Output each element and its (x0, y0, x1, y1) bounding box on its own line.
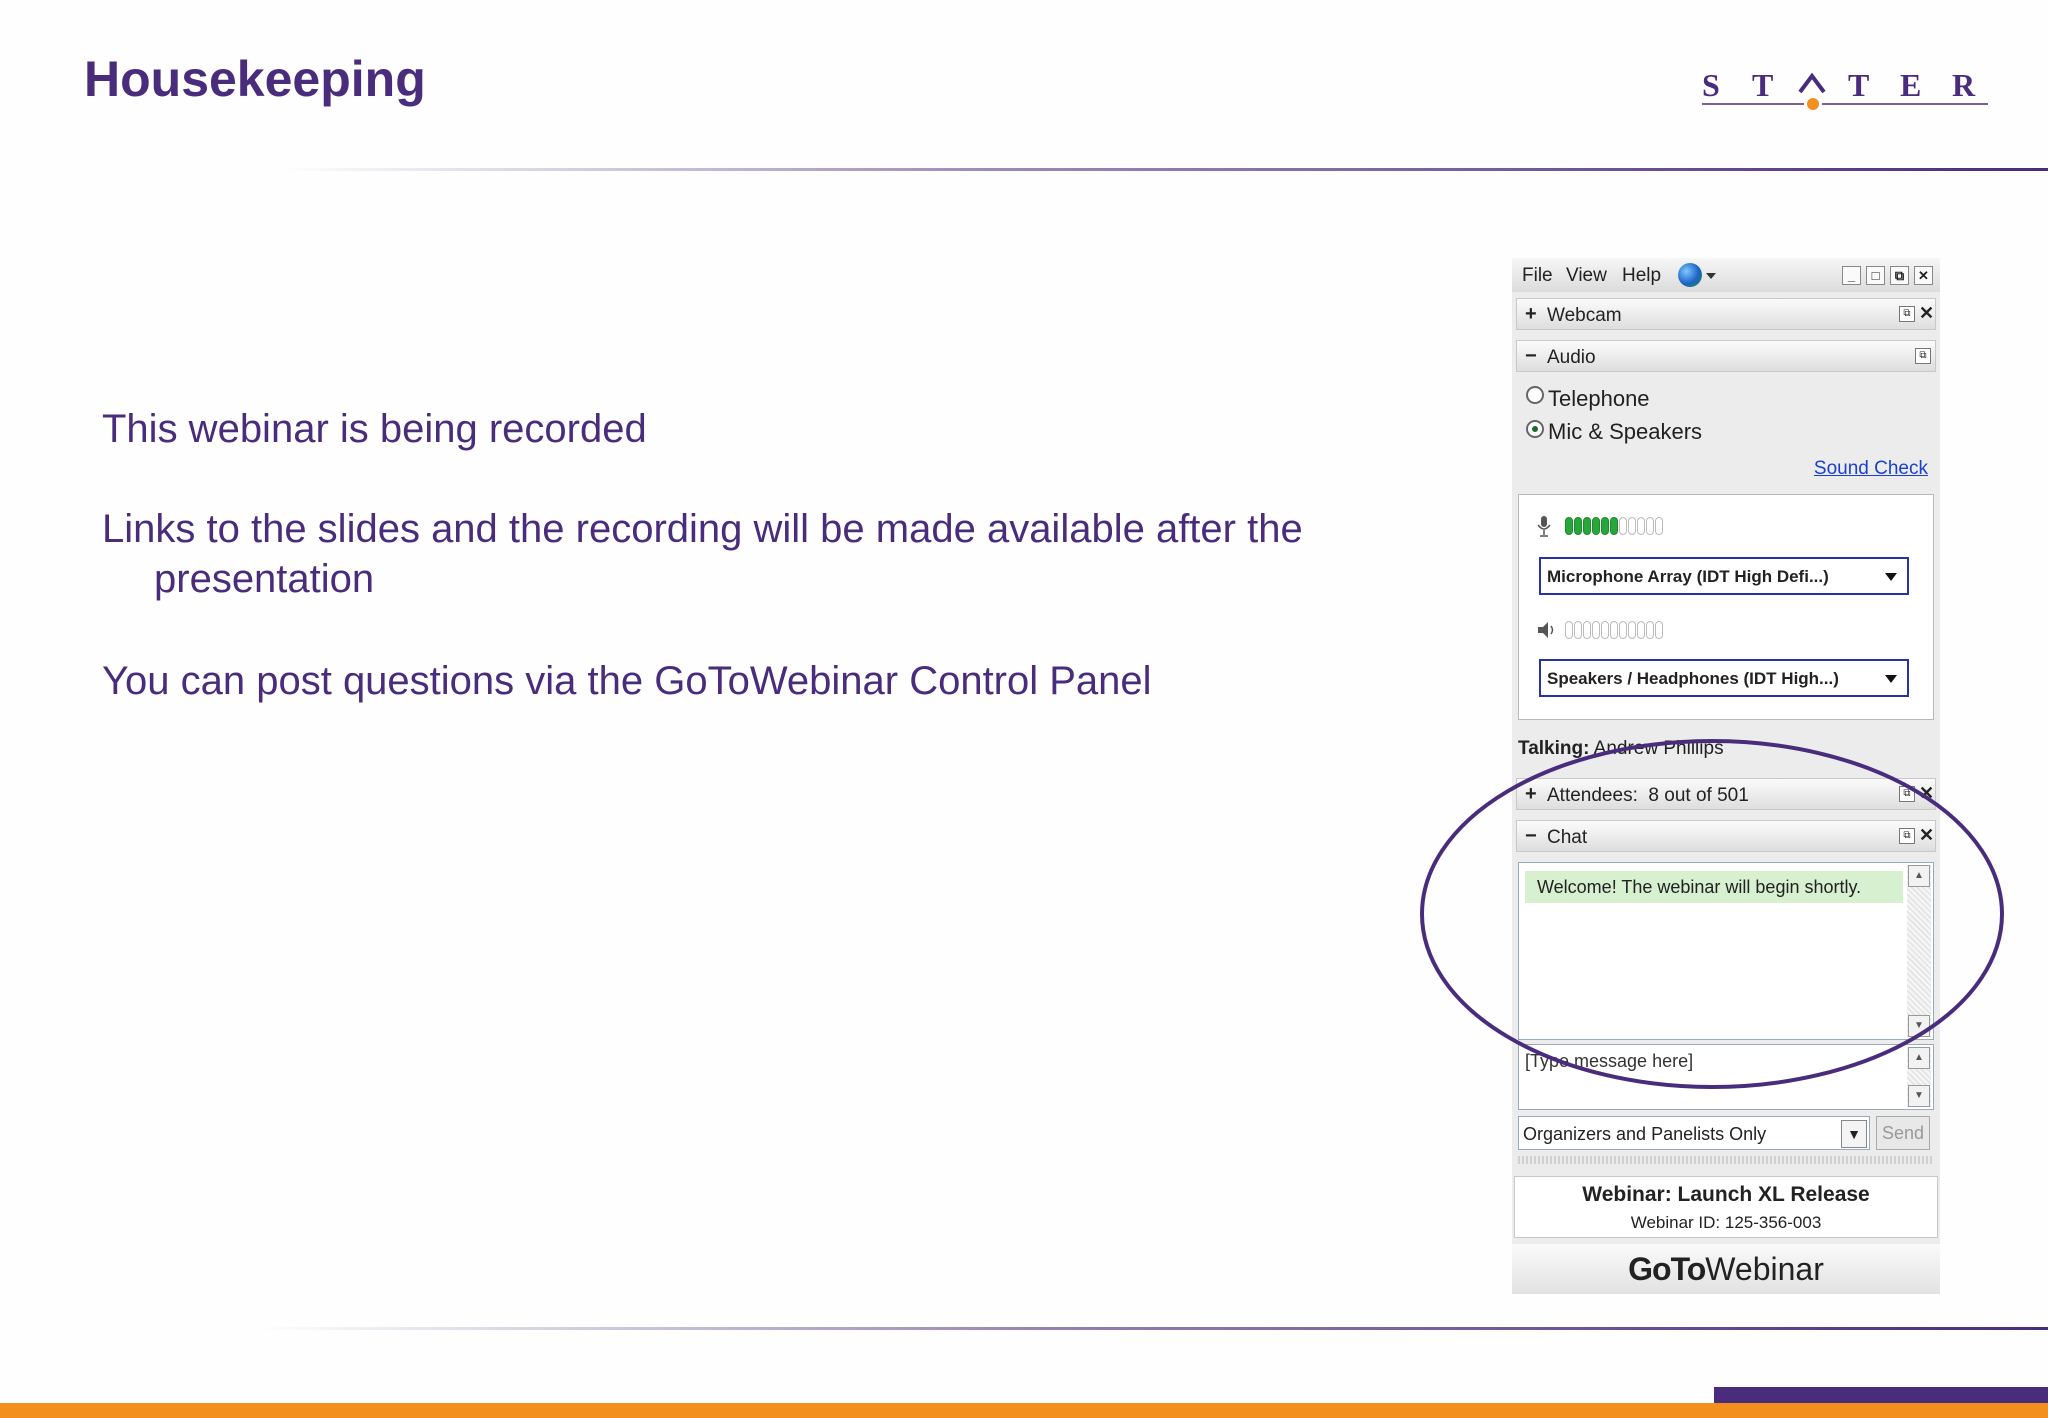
webcam-label: Webcam (1547, 305, 1622, 326)
mic-level-segment (1646, 517, 1654, 535)
footer-accent-purple (1714, 1387, 2048, 1403)
audio-device-box: Microphone Array (IDT High Defi...) Spea… (1518, 494, 1934, 720)
header-divider (280, 168, 2048, 171)
speaker-level-segment (1610, 621, 1618, 639)
speaker-level-segment (1592, 621, 1600, 639)
microphone-select[interactable]: Microphone Array (IDT High Defi...) (1539, 557, 1909, 595)
footer-accent-orange (0, 1403, 2048, 1418)
chevron-down-icon[interactable] (1885, 573, 1897, 581)
mic-speakers-radio[interactable] (1526, 420, 1544, 438)
mic-level-segment (1574, 517, 1582, 535)
svg-text:T: T (1848, 67, 1869, 103)
brand-goto: GoTo (1628, 1251, 1706, 1287)
mic-level-segment (1619, 517, 1627, 535)
slide-title: Housekeeping (84, 51, 426, 107)
speaker-level-segment (1646, 621, 1654, 639)
webinar-id: Webinar ID: 125-356-003 (1630, 1213, 1822, 1232)
chat-highlight-ellipse (1420, 739, 2004, 1089)
menu-view[interactable]: View (1566, 265, 1607, 287)
speaker-level-segment (1574, 621, 1582, 639)
sound-check-link[interactable]: Sound Check (1814, 458, 1928, 480)
chat-recipient-select[interactable]: Organizers and Panelists Only ▼ (1518, 1116, 1870, 1150)
speaker-level-meter (1565, 621, 1663, 639)
mic-level-segment (1565, 517, 1573, 535)
mic-level-segment (1583, 517, 1591, 535)
close-icon[interactable]: ✕ (1914, 266, 1933, 285)
speaker-icon (1538, 622, 1554, 638)
minimize-icon[interactable]: _ (1842, 266, 1861, 285)
panel-menubar: File View Help _ □ ⧉ ✕ (1512, 258, 1940, 292)
bullet-questions: You can post questions via the GoToWebin… (102, 659, 1152, 703)
globe-dropdown-icon[interactable] (1706, 273, 1716, 279)
popout-icon[interactable]: ⧉ (1890, 266, 1909, 285)
resize-grip[interactable] (1518, 1156, 1934, 1164)
speaker-level-segment (1565, 621, 1573, 639)
collapse-icon[interactable]: − (1525, 345, 1537, 368)
menu-help[interactable]: Help (1622, 265, 1661, 287)
audio-label: Audio (1547, 347, 1596, 368)
webinar-title: Webinar: Launch XL Release (1582, 1183, 1870, 1206)
bullet-recording: This webinar is being recorded (102, 407, 647, 451)
speaker-level-segment (1655, 621, 1663, 639)
mic-level-segment (1628, 517, 1636, 535)
chevron-down-icon[interactable]: ▼ (1841, 1120, 1867, 1148)
stater-logo-mark: S T T E R (1702, 67, 1988, 110)
speaker-select[interactable]: Speakers / Headphones (IDT High...) (1539, 659, 1909, 697)
webinar-info: Webinar: Launch XL Release Webinar ID: 1… (1514, 1176, 1938, 1238)
bullet-links: Links to the slides and the recording wi… (102, 504, 1303, 604)
bullet-links-line-2: presentation (154, 557, 375, 601)
audio-section-header[interactable]: − Audio ⧉ (1516, 340, 1936, 372)
expand-icon[interactable]: + (1525, 303, 1537, 326)
stater-logo: S T T E R (1700, 66, 1990, 116)
gotowebinar-logo: GoToWebinar (1512, 1244, 1940, 1294)
microphone-icon (1537, 516, 1551, 537)
svg-text:R: R (1952, 67, 1976, 103)
mic-speakers-label[interactable]: Mic & Speakers (1548, 419, 1702, 445)
chevron-down-icon[interactable] (1885, 675, 1897, 683)
chat-recipient-value: Organizers and Panelists Only (1523, 1124, 1767, 1144)
speaker-level-segment (1583, 621, 1591, 639)
send-button[interactable]: Send (1876, 1116, 1930, 1150)
speaker-level-segment (1628, 621, 1636, 639)
mic-level-segment (1610, 517, 1618, 535)
microphone-select-value: Microphone Array (IDT High Defi...) (1547, 567, 1829, 586)
mic-level-segment (1637, 517, 1645, 535)
footer-divider (260, 1327, 2048, 1330)
speaker-level-segment (1637, 621, 1645, 639)
brand-webinar: Webinar (1705, 1251, 1824, 1287)
svg-text:S: S (1702, 67, 1720, 103)
mic-level-meter (1565, 517, 1663, 535)
webcam-popout-icon[interactable]: ⧉ (1899, 306, 1915, 322)
audio-popout-icon[interactable]: ⧉ (1915, 348, 1931, 364)
telephone-label[interactable]: Telephone (1548, 386, 1650, 412)
mic-level-segment (1601, 517, 1609, 535)
svg-text:T: T (1752, 67, 1773, 103)
mic-level-segment (1592, 517, 1600, 535)
webcam-close-icon[interactable]: ✕ (1919, 303, 1934, 324)
menu-file[interactable]: File (1522, 265, 1553, 287)
webcam-section-header[interactable]: + Webcam ⧉ ✕ (1516, 298, 1936, 330)
language-globe-icon[interactable] (1678, 263, 1702, 287)
telephone-radio[interactable] (1526, 386, 1544, 404)
mic-level-segment (1655, 517, 1663, 535)
bullet-links-line-1: Links to the slides and the recording wi… (102, 507, 1303, 551)
speaker-level-segment (1601, 621, 1609, 639)
speaker-select-value: Speakers / Headphones (IDT High...) (1547, 669, 1839, 688)
maximize-icon[interactable]: □ (1866, 266, 1885, 285)
speaker-level-segment (1619, 621, 1627, 639)
svg-text:E: E (1900, 67, 1921, 103)
